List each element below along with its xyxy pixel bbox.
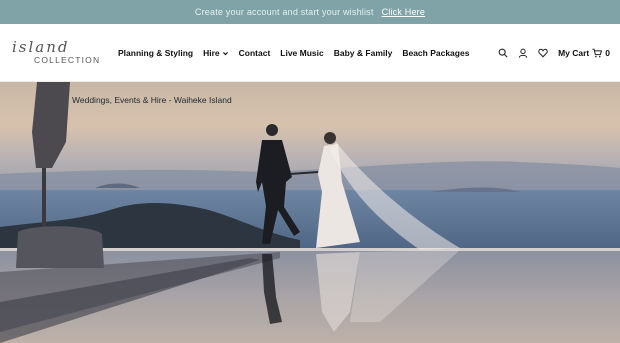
- search-icon[interactable]: [498, 48, 508, 58]
- hero-photo: [0, 82, 620, 343]
- cart-button[interactable]: My Cart 0: [558, 48, 610, 58]
- nav-item-label: Hire: [203, 48, 220, 58]
- cart-count: 0: [605, 48, 610, 58]
- nav-item-label: Contact: [238, 48, 271, 58]
- cart-icon: [592, 48, 603, 58]
- nav-item-beach-packages[interactable]: Beach Packages: [402, 48, 469, 58]
- main-nav: Planning & Styling Hire Contact Live Mus…: [118, 24, 469, 82]
- logo[interactable]: island COLLECTION: [12, 38, 102, 70]
- header-tools: My Cart 0: [498, 24, 610, 82]
- chevron-down-icon: [222, 51, 228, 55]
- nav-item-hire[interactable]: Hire: [203, 48, 229, 58]
- user-icon[interactable]: [518, 48, 528, 58]
- hero-caption: Weddings, Events & Hire - Waiheke Island: [72, 95, 232, 105]
- nav-item-live-music[interactable]: Live Music: [280, 48, 323, 58]
- logo-caps: COLLECTION: [34, 55, 101, 65]
- nav-item-label: Live Music: [280, 48, 324, 58]
- announcement-text: Create your account and start your wishl…: [194, 7, 374, 17]
- logo-script: island: [12, 38, 70, 56]
- site-header: island COLLECTION Planning & Styling Hir…: [0, 24, 620, 82]
- nav-item-baby-family[interactable]: Baby & Family: [334, 48, 393, 58]
- cart-label: My Cart: [558, 48, 590, 58]
- announcement-link[interactable]: Click Here: [382, 7, 426, 17]
- nav-item-planning[interactable]: Planning & Styling: [118, 48, 193, 58]
- hero-banner: Weddings, Events & Hire - Waiheke Island: [0, 82, 620, 343]
- nav-item-contact[interactable]: Contact: [239, 48, 271, 58]
- heart-icon[interactable]: [538, 48, 548, 58]
- nav-item-label: Baby & Family: [333, 48, 393, 58]
- nav-item-label: Beach Packages: [402, 48, 470, 58]
- nav-item-label: Planning & Styling: [118, 48, 194, 58]
- announcement-bar: Create your account and start your wishl…: [0, 0, 620, 24]
